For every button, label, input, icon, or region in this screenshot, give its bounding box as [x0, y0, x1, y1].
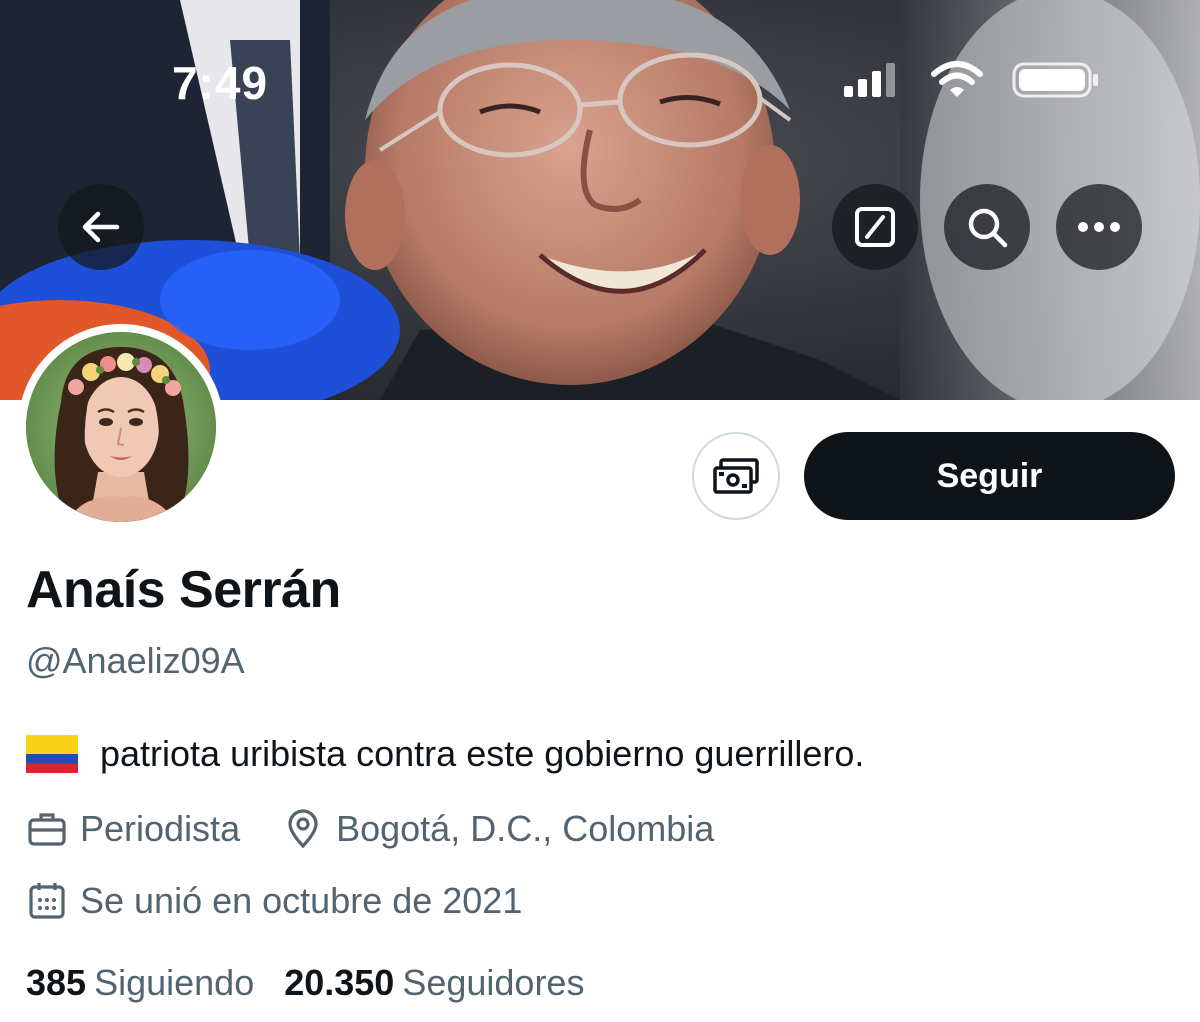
display-name: Anaís Serrán	[26, 561, 341, 619]
cellular-signal-icon	[842, 62, 902, 103]
grok-icon	[855, 207, 895, 247]
search-icon	[968, 208, 1008, 248]
following-label: Siguiendo	[94, 962, 255, 1003]
back-button[interactable]	[58, 184, 144, 270]
status-icons	[842, 60, 1100, 105]
profession-label: Periodista	[80, 808, 241, 849]
colombia-flag-icon	[26, 735, 78, 773]
grok-button[interactable]	[832, 184, 918, 270]
following-link[interactable]: 385 Siguiendo	[26, 962, 254, 1004]
profile-meta-row: Periodista Bogotá, D.C., Colombia	[26, 808, 756, 850]
location-pin-icon	[288, 809, 318, 849]
more-button[interactable]	[1056, 184, 1142, 270]
money-tip-icon	[713, 458, 759, 494]
profile-avatar[interactable]	[18, 324, 224, 530]
joined-label: Se unió en octubre de 2021	[80, 880, 523, 921]
calendar-icon	[29, 883, 65, 919]
battery-icon	[1012, 60, 1100, 105]
followers-count: 20.350	[284, 962, 395, 1003]
arrow-left-icon	[82, 211, 120, 243]
profile-bio: patriota uribista contra este gobierno g…	[26, 733, 864, 775]
avatar-image	[26, 332, 216, 522]
bio-text: patriota uribista contra este gobierno g…	[100, 733, 865, 774]
profile-meta-row: Se unió en octubre de 2021	[26, 880, 564, 922]
profession-item: Periodista	[26, 808, 240, 850]
location-label: Bogotá, D.C., Colombia	[336, 808, 715, 849]
tip-button[interactable]	[692, 432, 780, 520]
follow-button[interactable]: Seguir	[804, 432, 1175, 520]
wifi-icon	[930, 60, 984, 105]
followers-link[interactable]: 20.350 Seguidores	[284, 962, 584, 1004]
profile-stats: 385 Siguiendo 20.350 Seguidores	[26, 962, 584, 1004]
status-time: 7:49	[172, 57, 269, 109]
joined-item: Se unió en octubre de 2021	[26, 880, 522, 922]
followers-label: Seguidores	[402, 962, 585, 1003]
briefcase-icon	[28, 813, 66, 846]
location-item: Bogotá, D.C., Colombia	[282, 808, 714, 850]
search-button[interactable]	[944, 184, 1030, 270]
profile-banner[interactable]: 7:49	[0, 0, 1200, 400]
more-horizontal-icon	[1078, 222, 1120, 232]
user-handle: @Anaeliz09A	[26, 640, 245, 681]
following-count: 385	[26, 962, 87, 1003]
